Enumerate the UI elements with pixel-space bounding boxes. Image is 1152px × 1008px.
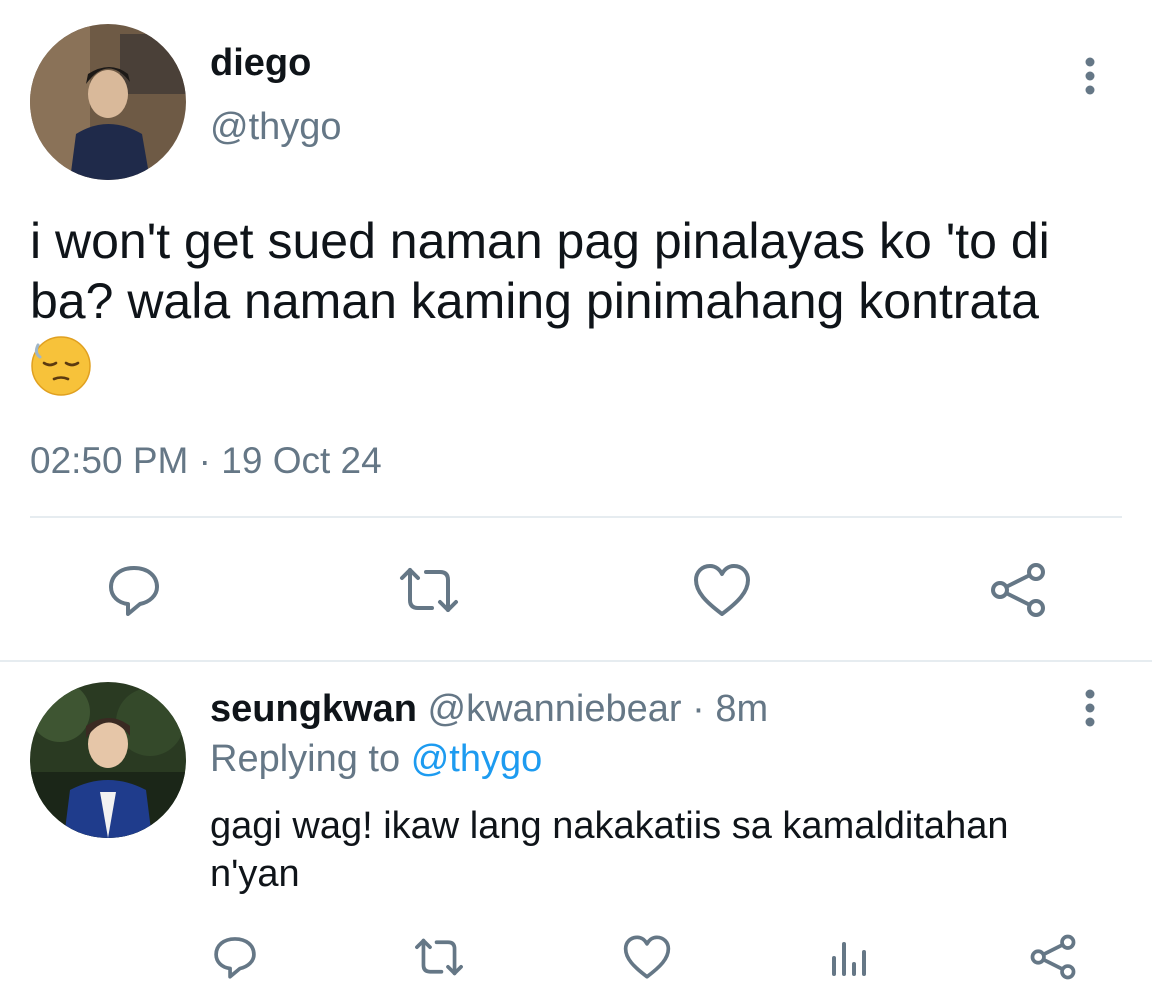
share-icon[interactable] <box>1028 934 1078 980</box>
analytics-icon[interactable] <box>826 934 872 980</box>
replying-to-label: Replying to <box>210 738 401 780</box>
divider <box>30 516 1122 518</box>
sleepy-face-emoji <box>30 335 92 397</box>
tweet-time: 02:50 PM <box>30 440 189 481</box>
separator: · <box>692 688 705 730</box>
tweet-text-line-1: i won't get sued naman pag pinalayas ko … <box>30 213 1050 269</box>
retweet-icon[interactable] <box>396 562 462 618</box>
author-handle[interactable]: @kwanniebear <box>428 688 682 730</box>
reply-icon[interactable] <box>106 562 162 618</box>
share-icon[interactable] <box>988 562 1048 618</box>
replying-to-handle-link[interactable]: @thygo <box>411 738 543 780</box>
author-name[interactable]: diego <box>210 42 311 85</box>
reply-icon[interactable] <box>212 934 258 980</box>
relative-time: 8m <box>715 688 769 730</box>
reply-text-line-1: gagi wag! ikaw lang nakakatiis sa kamald… <box>210 805 1009 847</box>
more-options-icon[interactable] <box>1078 688 1102 728</box>
like-icon[interactable] <box>622 934 672 980</box>
replying-to: Replying to @thygo <box>210 738 542 781</box>
like-icon[interactable] <box>692 562 752 618</box>
more-options-icon[interactable] <box>1078 56 1102 96</box>
tweet-date: 19 Oct 24 <box>221 440 382 481</box>
avatar[interactable] <box>30 682 186 838</box>
separator: · <box>198 440 211 481</box>
author-handle[interactable]: @thygo <box>210 106 342 149</box>
timestamp: 02:50 PM · 19 Oct 24 <box>30 440 382 482</box>
retweet-icon[interactable] <box>412 934 466 980</box>
reply-header: seungkwan @kwanniebear · 8m <box>210 688 768 731</box>
tweet-text-line-2: ba? wala naman kaming pinimahang kontrat… <box>30 273 1039 329</box>
divider <box>0 660 1152 662</box>
avatar[interactable] <box>30 24 186 180</box>
reply-text-line-2: n'yan <box>210 853 300 895</box>
author-name[interactable]: seungkwan <box>210 688 417 730</box>
